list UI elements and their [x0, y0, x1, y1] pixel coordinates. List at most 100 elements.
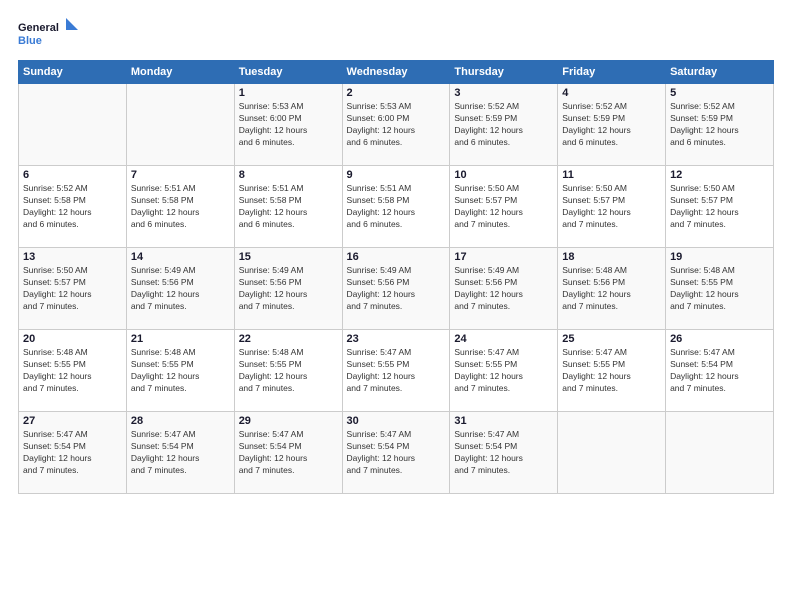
day-info: Sunrise: 5:49 AM Sunset: 5:56 PM Dayligh…: [347, 265, 446, 313]
weekday-header: Monday: [126, 61, 234, 84]
calendar-cell: 18 Sunrise: 5:48 AM Sunset: 5:56 PM Dayli…: [558, 248, 666, 330]
calendar-cell: 11 Sunrise: 5:50 AM Sunset: 5:57 PM Dayli…: [558, 166, 666, 248]
day-number: 25: [562, 333, 661, 345]
calendar-cell: 2Sunrise: 5:53 AM Sunset: 6:00 PM Daylig…: [342, 84, 450, 166]
day-info: Sunrise: 5:51 AM Sunset: 5:58 PM Dayligh…: [131, 183, 230, 231]
calendar-cell: 30Sunrise: 5:47 AM Sunset: 5:54 PM Dayli…: [342, 412, 450, 494]
day-number: 22: [239, 333, 338, 345]
calendar-cell: [126, 84, 234, 166]
day-number: 8: [239, 169, 338, 181]
calendar-cell: 29 Sunrise: 5:47 AM Sunset: 5:54 PM Dayli…: [234, 412, 342, 494]
calendar-cell: 22 Sunrise: 5:48 AM Sunset: 5:55 PM Dayli…: [234, 330, 342, 412]
calendar-cell: 25Sunrise: 5:47 AM Sunset: 5:55 PM Dayli…: [558, 330, 666, 412]
day-number: 27: [23, 415, 122, 427]
day-info: Sunrise: 5:52 AM Sunset: 5:59 PM Dayligh…: [562, 101, 661, 149]
calendar-cell: 16 Sunrise: 5:49 AM Sunset: 5:56 PM Dayli…: [342, 248, 450, 330]
day-number: 26: [670, 333, 769, 345]
calendar-cell: 10Sunrise: 5:50 AM Sunset: 5:57 PM Dayli…: [450, 166, 558, 248]
calendar-cell: 15 Sunrise: 5:49 AM Sunset: 5:56 PM Dayli…: [234, 248, 342, 330]
day-info: Sunrise: 5:47 AM Sunset: 5:55 PM Dayligh…: [454, 347, 553, 395]
day-info: Sunrise: 5:48 AM Sunset: 5:55 PM Dayligh…: [670, 265, 769, 313]
calendar-cell: 7 Sunrise: 5:51 AM Sunset: 5:58 PM Daylig…: [126, 166, 234, 248]
day-info: Sunrise: 5:48 AM Sunset: 5:55 PM Dayligh…: [131, 347, 230, 395]
day-info: Sunrise: 5:51 AM Sunset: 5:58 PM Dayligh…: [239, 183, 338, 231]
calendar-cell: 8 Sunrise: 5:51 AM Sunset: 5:58 PM Daylig…: [234, 166, 342, 248]
calendar-cell: 23Sunrise: 5:47 AM Sunset: 5:55 PM Dayli…: [342, 330, 450, 412]
weekday-header: Tuesday: [234, 61, 342, 84]
day-number: 1: [239, 87, 338, 99]
weekday-header: Thursday: [450, 61, 558, 84]
weekday-header-row: SundayMondayTuesdayWednesdayThursdayFrid…: [19, 61, 774, 84]
calendar-week-row: 1 Sunrise: 5:53 AM Sunset: 6:00 PM Daylig…: [19, 84, 774, 166]
day-number: 30: [347, 415, 446, 427]
calendar-cell: 26Sunrise: 5:47 AM Sunset: 5:54 PM Dayli…: [666, 330, 774, 412]
calendar-table: SundayMondayTuesdayWednesdayThursdayFrid…: [18, 60, 774, 494]
day-number: 19: [670, 251, 769, 263]
calendar-cell: 1 Sunrise: 5:53 AM Sunset: 6:00 PM Daylig…: [234, 84, 342, 166]
day-number: 11: [562, 169, 661, 181]
day-info: Sunrise: 5:53 AM Sunset: 6:00 PM Dayligh…: [239, 101, 338, 149]
calendar-cell: [666, 412, 774, 494]
calendar-week-row: 13 Sunrise: 5:50 AM Sunset: 5:57 PM Dayli…: [19, 248, 774, 330]
calendar-cell: 21 Sunrise: 5:48 AM Sunset: 5:55 PM Dayli…: [126, 330, 234, 412]
svg-text:Blue: Blue: [18, 35, 42, 47]
weekday-header: Wednesday: [342, 61, 450, 84]
calendar-week-row: 6 Sunrise: 5:52 AM Sunset: 5:58 PM Daylig…: [19, 166, 774, 248]
day-number: 21: [131, 333, 230, 345]
day-number: 2: [347, 87, 446, 99]
calendar-cell: 20 Sunrise: 5:48 AM Sunset: 5:55 PM Dayli…: [19, 330, 127, 412]
svg-text:General: General: [18, 22, 59, 34]
day-info: Sunrise: 5:48 AM Sunset: 5:55 PM Dayligh…: [23, 347, 122, 395]
calendar-cell: 27 Sunrise: 5:47 AM Sunset: 5:54 PM Dayli…: [19, 412, 127, 494]
day-number: 28: [131, 415, 230, 427]
day-info: Sunrise: 5:47 AM Sunset: 5:54 PM Dayligh…: [23, 429, 122, 477]
calendar-cell: [19, 84, 127, 166]
day-number: 3: [454, 87, 553, 99]
day-info: Sunrise: 5:50 AM Sunset: 5:57 PM Dayligh…: [23, 265, 122, 313]
day-info: Sunrise: 5:51 AM Sunset: 5:58 PM Dayligh…: [347, 183, 446, 231]
day-number: 4: [562, 87, 661, 99]
day-number: 5: [670, 87, 769, 99]
day-info: Sunrise: 5:49 AM Sunset: 5:56 PM Dayligh…: [239, 265, 338, 313]
day-number: 15: [239, 251, 338, 263]
day-info: Sunrise: 5:49 AM Sunset: 5:56 PM Dayligh…: [454, 265, 553, 313]
calendar-cell: 12 Sunrise: 5:50 AM Sunset: 5:57 PM Dayli…: [666, 166, 774, 248]
day-info: Sunrise: 5:49 AM Sunset: 5:56 PM Dayligh…: [131, 265, 230, 313]
day-number: 14: [131, 251, 230, 263]
calendar-cell: 24Sunrise: 5:47 AM Sunset: 5:55 PM Dayli…: [450, 330, 558, 412]
day-number: 12: [670, 169, 769, 181]
day-info: Sunrise: 5:48 AM Sunset: 5:56 PM Dayligh…: [562, 265, 661, 313]
day-info: Sunrise: 5:50 AM Sunset: 5:57 PM Dayligh…: [562, 183, 661, 231]
day-info: Sunrise: 5:47 AM Sunset: 5:54 PM Dayligh…: [454, 429, 553, 477]
day-number: 9: [347, 169, 446, 181]
day-number: 16: [347, 251, 446, 263]
logo-svg: GeneralBlue: [18, 18, 78, 50]
calendar-page: GeneralBlue SundayMondayTuesdayWednesday…: [0, 0, 792, 612]
weekday-header: Friday: [558, 61, 666, 84]
day-info: Sunrise: 5:47 AM Sunset: 5:54 PM Dayligh…: [131, 429, 230, 477]
calendar-cell: 28 Sunrise: 5:47 AM Sunset: 5:54 PM Dayli…: [126, 412, 234, 494]
header: GeneralBlue: [18, 18, 774, 50]
calendar-cell: 3Sunrise: 5:52 AM Sunset: 5:59 PM Daylig…: [450, 84, 558, 166]
calendar-cell: 31Sunrise: 5:47 AM Sunset: 5:54 PM Dayli…: [450, 412, 558, 494]
day-number: 17: [454, 251, 553, 263]
day-info: Sunrise: 5:52 AM Sunset: 5:59 PM Dayligh…: [670, 101, 769, 149]
day-number: 29: [239, 415, 338, 427]
calendar-cell: 17 Sunrise: 5:49 AM Sunset: 5:56 PM Dayli…: [450, 248, 558, 330]
day-info: Sunrise: 5:47 AM Sunset: 5:54 PM Dayligh…: [239, 429, 338, 477]
day-number: 23: [347, 333, 446, 345]
day-number: 6: [23, 169, 122, 181]
weekday-header: Saturday: [666, 61, 774, 84]
logo: GeneralBlue: [18, 18, 78, 50]
calendar-cell: 19 Sunrise: 5:48 AM Sunset: 5:55 PM Dayli…: [666, 248, 774, 330]
day-info: Sunrise: 5:48 AM Sunset: 5:55 PM Dayligh…: [239, 347, 338, 395]
day-info: Sunrise: 5:50 AM Sunset: 5:57 PM Dayligh…: [670, 183, 769, 231]
day-number: 13: [23, 251, 122, 263]
calendar-cell: 9 Sunrise: 5:51 AM Sunset: 5:58 PM Daylig…: [342, 166, 450, 248]
calendar-cell: 6 Sunrise: 5:52 AM Sunset: 5:58 PM Daylig…: [19, 166, 127, 248]
day-number: 18: [562, 251, 661, 263]
day-number: 20: [23, 333, 122, 345]
day-info: Sunrise: 5:52 AM Sunset: 5:58 PM Dayligh…: [23, 183, 122, 231]
day-number: 7: [131, 169, 230, 181]
calendar-cell: 4 Sunrise: 5:52 AM Sunset: 5:59 PM Daylig…: [558, 84, 666, 166]
